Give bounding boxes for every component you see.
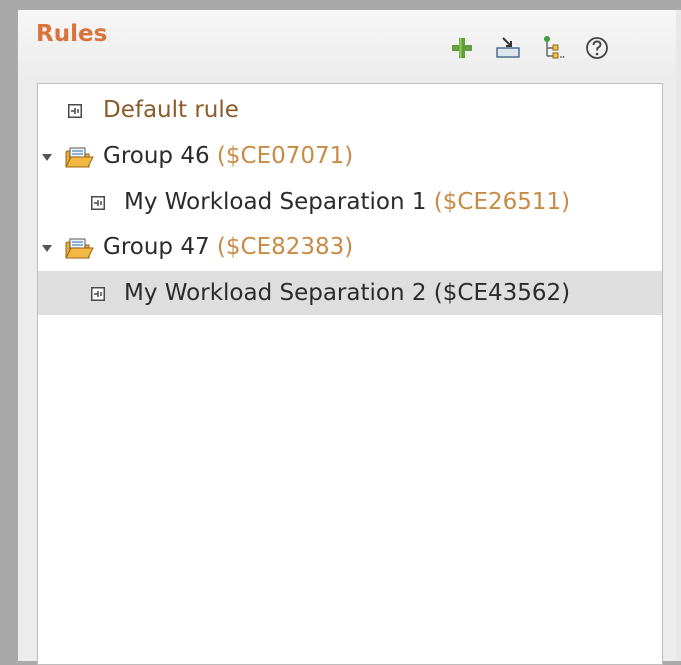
rule-icon <box>91 287 105 301</box>
window-background-top <box>0 0 681 10</box>
tree-item-label: Group 47 ($CE82383) <box>103 232 353 262</box>
add-rule-button[interactable] <box>448 34 476 62</box>
hierarchy-button[interactable] <box>538 34 566 62</box>
hierarchy-icon <box>544 36 565 59</box>
open-folder-icon <box>65 238 94 259</box>
expand-arrow-icon[interactable] <box>40 241 54 255</box>
tree-item-group-46[interactable]: Group 46 ($CE07071) <box>38 134 662 178</box>
panel-title: Rules <box>36 21 108 47</box>
tree-item-workload-separation-2[interactable]: My Workload Separation 2 ($CE43562) <box>38 271 662 315</box>
rules-panel: Rules Default rule Group 46 ($CE07071) M… <box>18 10 676 665</box>
import-button[interactable] <box>494 34 522 62</box>
help-button[interactable] <box>583 34 611 62</box>
rule-icon <box>68 104 82 118</box>
expand-arrow-icon[interactable] <box>40 150 54 164</box>
rule-code: ($CE43562) <box>433 280 571 306</box>
rule-name: My Workload Separation 2 <box>124 280 427 306</box>
adjacent-panel-edge <box>676 10 681 661</box>
group-code: ($CE07071) <box>216 143 354 169</box>
plus-icon <box>452 38 472 58</box>
group-name: Group 46 <box>103 143 210 169</box>
help-icon <box>586 37 608 59</box>
group-name: Group 47 <box>103 234 210 260</box>
panel-header: Rules <box>18 10 676 82</box>
tree-item-default-rule[interactable]: Default rule <box>38 88 662 132</box>
tree-item-label: My Workload Separation 2 ($CE43562) <box>124 278 570 308</box>
tree-item-label: Group 46 ($CE07071) <box>103 141 353 171</box>
window-background-left <box>0 0 18 661</box>
tree-item-label: My Workload Separation 1 ($CE26511) <box>124 187 570 217</box>
rule-code: ($CE26511) <box>433 189 571 215</box>
import-icon <box>496 37 520 58</box>
rule-icon <box>91 196 105 210</box>
tree-item-group-47[interactable]: Group 47 ($CE82383) <box>38 225 662 269</box>
tree-item-workload-separation-1[interactable]: My Workload Separation 1 ($CE26511) <box>38 180 662 224</box>
rules-tree: Default rule Group 46 ($CE07071) My Work… <box>37 83 663 665</box>
open-folder-icon <box>65 147 94 168</box>
rule-name: My Workload Separation 1 <box>124 189 427 215</box>
group-code: ($CE82383) <box>216 234 354 260</box>
tree-item-label: Default rule <box>103 97 239 123</box>
